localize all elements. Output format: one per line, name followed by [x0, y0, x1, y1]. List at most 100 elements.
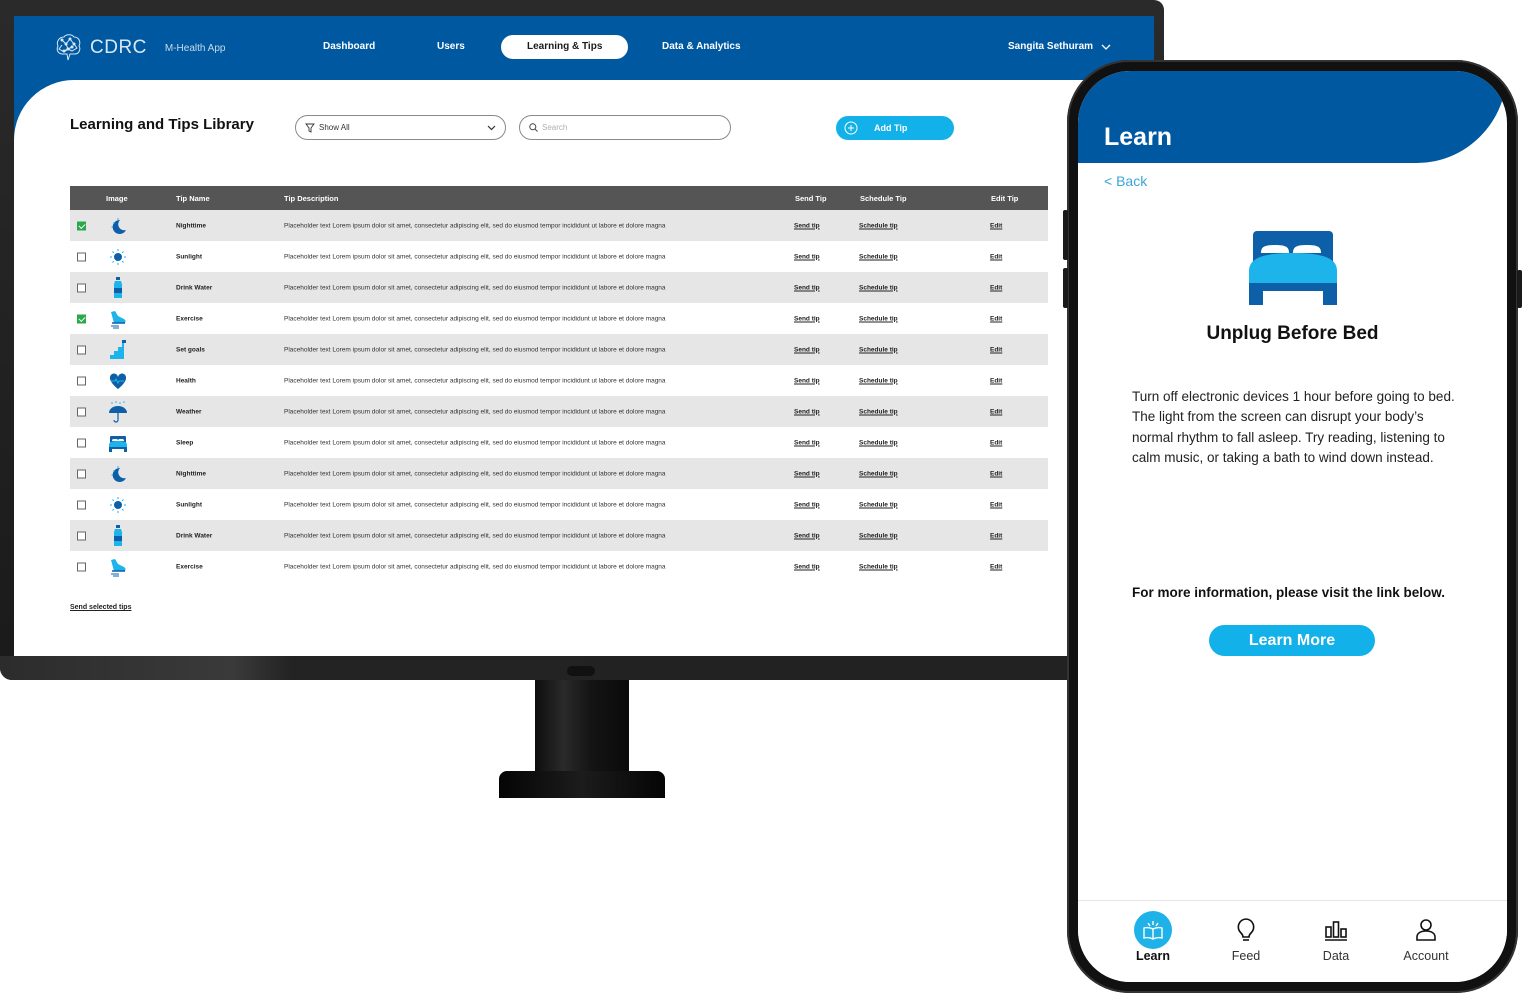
col-send-tip: Send Tip [795, 194, 827, 203]
search-field[interactable] [519, 115, 731, 140]
tab-feed-label: Feed [1231, 949, 1261, 963]
row-checkbox[interactable] [77, 469, 86, 478]
sneaker-icon [108, 308, 128, 330]
schedule-tip-link[interactable]: Schedule tip [859, 377, 898, 384]
edit-tip-link[interactable]: Edit [990, 315, 1002, 322]
search-input[interactable] [542, 123, 712, 132]
edit-tip-link[interactable]: Edit [990, 408, 1002, 415]
schedule-tip-link[interactable]: Schedule tip [859, 439, 898, 446]
edit-tip-link[interactable]: Edit [990, 501, 1002, 508]
tip-name: Sleep [176, 439, 194, 446]
brand-logo[interactable]: CDRC M-Health App [52, 32, 225, 64]
send-tip-link[interactable]: Send tip [794, 470, 820, 477]
tip-name: Exercise [176, 315, 203, 322]
row-checkbox[interactable] [77, 221, 86, 230]
tip-description: Placeholder text Lorem ipsum dolor sit a… [284, 439, 666, 446]
add-tip-label: Add Tip [874, 123, 908, 133]
tip-description: Placeholder text Lorem ipsum dolor sit a… [284, 532, 666, 539]
edit-tip-link[interactable]: Edit [990, 439, 1002, 446]
send-tip-link[interactable]: Send tip [794, 501, 820, 508]
schedule-tip-link[interactable]: Schedule tip [859, 532, 898, 539]
tab-learn[interactable]: Learn [1113, 911, 1193, 963]
edit-tip-link[interactable]: Edit [990, 377, 1002, 384]
row-checkbox[interactable] [77, 531, 86, 540]
tip-description: Placeholder text Lorem ipsum dolor sit a… [284, 408, 666, 415]
row-checkbox[interactable] [77, 314, 86, 323]
sun-icon [108, 246, 128, 268]
schedule-tip-link[interactable]: Schedule tip [859, 408, 898, 415]
sun-icon [108, 494, 128, 516]
edit-tip-link[interactable]: Edit [990, 222, 1002, 229]
phone-volume-down-button [1063, 268, 1068, 308]
learn-more-button[interactable]: Learn More [1209, 625, 1375, 656]
send-selected-tips-link[interactable]: Send selected tips [70, 604, 131, 611]
mobile-screen: Learn < Back Unplug Before Bed Turn off … [1078, 71, 1507, 982]
edit-tip-link[interactable]: Edit [990, 532, 1002, 539]
tip-description: Placeholder text Lorem ipsum dolor sit a… [284, 346, 666, 353]
nav-users[interactable]: Users [437, 35, 465, 59]
tab-feed[interactable]: Feed [1206, 911, 1286, 963]
row-checkbox[interactable] [77, 376, 86, 385]
send-tip-link[interactable]: Send tip [794, 253, 820, 260]
row-checkbox[interactable] [77, 562, 86, 571]
back-link[interactable]: < Back [1104, 173, 1147, 189]
nav-dashboard[interactable]: Dashboard [323, 35, 375, 59]
tip-name: Sunlight [176, 501, 202, 508]
table-row: Health Placeholder text Lorem ipsum dolor… [70, 365, 1048, 396]
row-checkbox[interactable] [77, 407, 86, 416]
schedule-tip-link[interactable]: Schedule tip [859, 470, 898, 477]
filter-select[interactable]: Show All [295, 115, 506, 140]
water-bottle-icon [108, 524, 128, 547]
table-header: Image Tip Name Tip Description Send Tip … [70, 186, 1048, 210]
tab-account[interactable]: Account [1386, 911, 1466, 963]
table-row: Sunlight Placeholder text Lorem ipsum dol… [70, 241, 1048, 272]
user-menu[interactable]: Sangita Sethuram [1008, 41, 1111, 52]
search-icon [529, 123, 538, 132]
edit-tip-link[interactable]: Edit [990, 563, 1002, 570]
send-tip-link[interactable]: Send tip [794, 532, 820, 539]
edit-tip-link[interactable]: Edit [990, 470, 1002, 477]
send-tip-link[interactable]: Send tip [794, 377, 820, 384]
row-checkbox[interactable] [77, 438, 86, 447]
schedule-tip-link[interactable]: Schedule tip [859, 284, 898, 291]
tip-description: Placeholder text Lorem ipsum dolor sit a… [284, 377, 666, 384]
send-tip-link[interactable]: Send tip [794, 439, 820, 446]
user-icon [1416, 919, 1436, 941]
bar-chart-icon [1325, 921, 1347, 941]
table-row: Exercise Placeholder text Lorem ipsum dol… [70, 303, 1048, 334]
send-tip-link[interactable]: Send tip [794, 315, 820, 322]
monitor-stand-base [499, 771, 665, 798]
schedule-tip-link[interactable]: Schedule tip [859, 253, 898, 260]
col-image: Image [106, 194, 128, 203]
row-checkbox[interactable] [77, 252, 86, 261]
mobile-header-title: Learn [1104, 123, 1173, 151]
nav-data-analytics[interactable]: Data & Analytics [662, 35, 741, 59]
edit-tip-link[interactable]: Edit [990, 346, 1002, 353]
schedule-tip-link[interactable]: Schedule tip [859, 501, 898, 508]
nav-learning-tips[interactable]: Learning & Tips [501, 35, 629, 59]
row-checkbox[interactable] [77, 345, 86, 354]
phone-volume-up-button [1063, 210, 1068, 260]
schedule-tip-link[interactable]: Schedule tip [859, 315, 898, 322]
send-tip-link[interactable]: Send tip [794, 346, 820, 353]
tip-name: Sunlight [176, 253, 202, 260]
schedule-tip-link[interactable]: Schedule tip [859, 222, 898, 229]
send-tip-link[interactable]: Send tip [794, 563, 820, 570]
edit-tip-link[interactable]: Edit [990, 253, 1002, 260]
schedule-tip-link[interactable]: Schedule tip [859, 346, 898, 353]
edit-tip-link[interactable]: Edit [990, 284, 1002, 291]
send-tip-link[interactable]: Send tip [794, 408, 820, 415]
plus-circle-icon [844, 121, 858, 135]
tab-data[interactable]: Data [1296, 911, 1376, 963]
tab-account-label: Account [1403, 949, 1449, 963]
monitor-stand-neck [535, 680, 629, 774]
send-tip-link[interactable]: Send tip [794, 222, 820, 229]
tip-body: Turn off electronic devices 1 hour befor… [1132, 389, 1455, 466]
schedule-tip-link[interactable]: Schedule tip [859, 563, 898, 570]
table-body: Nighttime Placeholder text Lorem ipsum do… [70, 210, 1048, 582]
row-checkbox[interactable] [77, 283, 86, 292]
send-tip-link[interactable]: Send tip [794, 284, 820, 291]
row-checkbox[interactable] [77, 500, 86, 509]
add-tip-button[interactable]: Add Tip [836, 116, 954, 140]
col-edit-tip: Edit Tip [991, 194, 1019, 203]
